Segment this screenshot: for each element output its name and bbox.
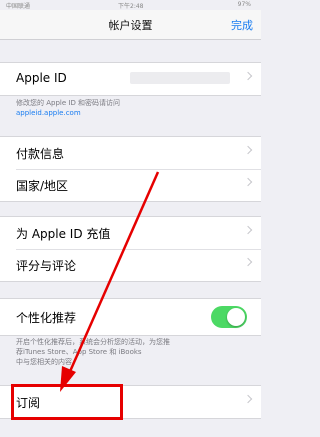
annotation-arrow xyxy=(60,171,160,392)
arrow-shaft xyxy=(66,171,160,377)
arrow-head-icon xyxy=(60,366,76,392)
